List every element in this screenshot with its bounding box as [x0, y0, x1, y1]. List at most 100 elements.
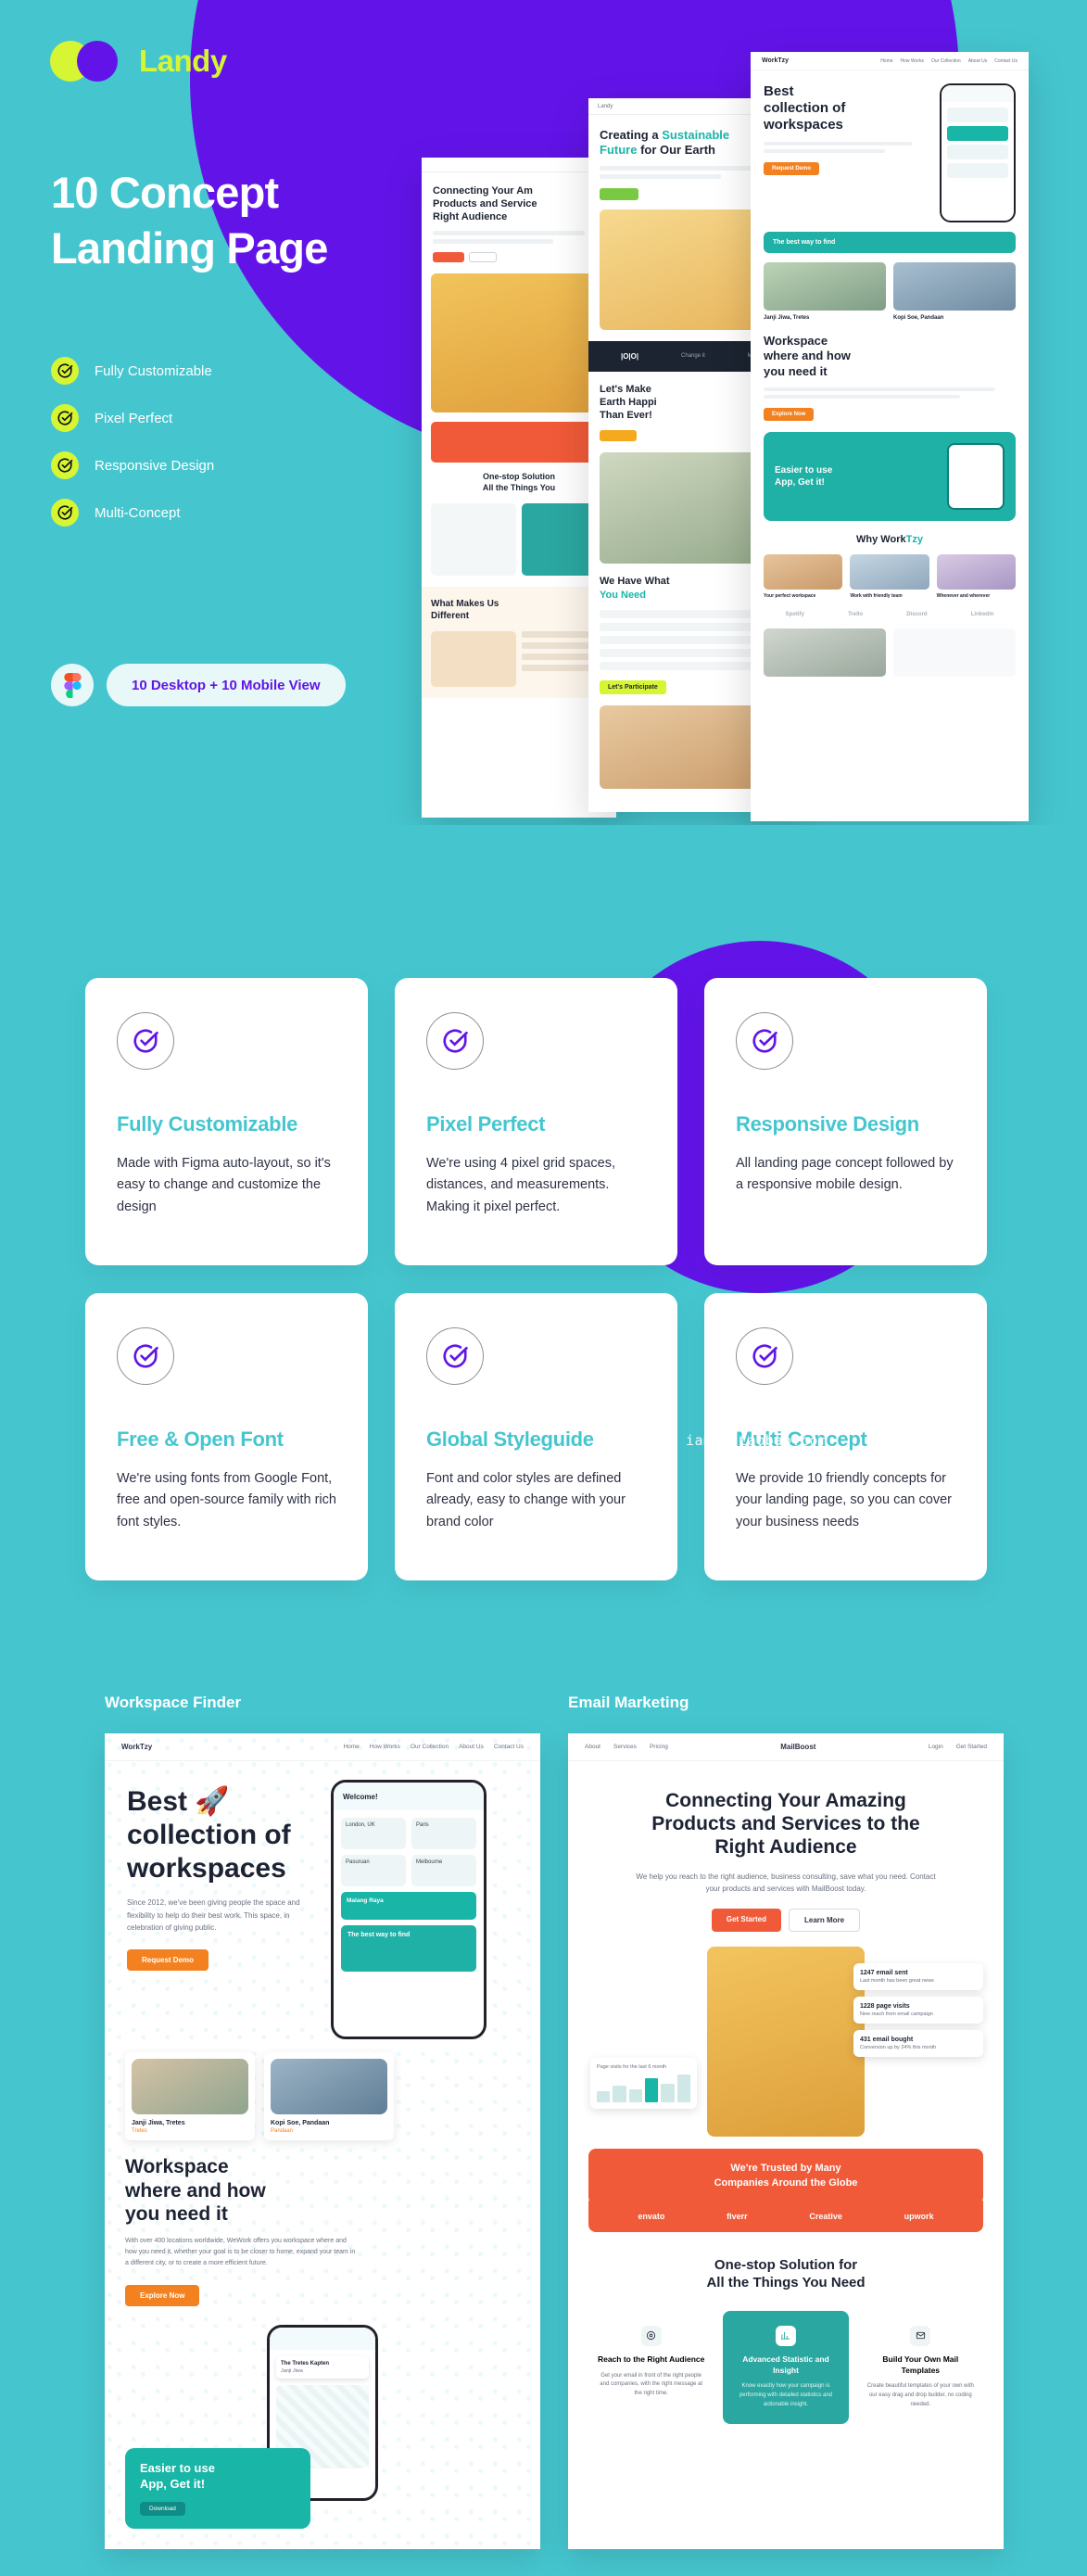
thumb-sublabel: Pandaan [271, 2128, 294, 2134]
landing-page-promo: Landy 10 Concept Landing Page Fully Cust… [0, 0, 1087, 2576]
figma-icon[interactable] [51, 664, 94, 706]
desktop-mobile-view-button[interactable]: 10 Desktop + 10 Mobile View [107, 664, 346, 706]
headline-line-1: Connecting Your Amazing [665, 1790, 906, 1811]
stat-card-value: 1228 page visits [860, 2002, 910, 2010]
feature-card-title: Responsive Design [736, 1112, 919, 1136]
solution-feature-active[interactable]: Advanced Statistic and Insight Know exac… [723, 2310, 849, 2425]
chart-caption: Page visits for the last 6 month [597, 2063, 667, 2070]
nav-link[interactable]: About [585, 1744, 600, 1750]
get-started-link[interactable]: Get Started [956, 1744, 987, 1750]
hero-feature-item: Multi-Concept [51, 499, 214, 527]
trust-logo: fiverr [727, 2211, 748, 2221]
feature-card-body: Made with Figma auto-layout, so it's eas… [117, 1156, 331, 1214]
logo-mark-icon [50, 41, 122, 82]
solution-feature-body: Get your email in front of the right peo… [600, 2372, 703, 2396]
check-circle-icon [51, 404, 79, 432]
preview-section: Workspace Finder WorkTzy Home How Works … [0, 1641, 1087, 2576]
feature-card[interactable]: Free & Open Font We're using fonts from … [85, 1293, 368, 1580]
preview-headline: Best 🚀 collection of workspaces [105, 1761, 331, 1885]
hero-feature-list: Fully Customizable Pixel Perfect Respons… [51, 357, 214, 527]
hero-feature-item: Responsive Design [51, 451, 214, 479]
preview-navbar[interactable]: About Services Pricing MailBoost Login G… [568, 1733, 1004, 1761]
preview-subtext: Since 2012, we've been giving people the… [127, 1898, 300, 1933]
get-started-button[interactable]: Get Started [711, 1908, 781, 1932]
stat-card-value: 431 email bought [860, 2036, 914, 2043]
city-card[interactable]: Pasuruan [341, 1855, 406, 1886]
explore-now-button[interactable]: Explore Now [125, 2284, 200, 2306]
feature-cards-grid: Fully Customizable Made with Figma auto-… [85, 978, 1003, 1580]
feature-card-body: Font and color styles are defined alread… [426, 1471, 626, 1529]
feature-card-title: Free & Open Font [117, 1428, 284, 1451]
trust-banner-text: We're Trusted by Many Companies Around t… [588, 2148, 983, 2204]
preview-workspace-finder: Workspace Finder WorkTzy Home How Works … [105, 1694, 540, 2549]
app-card-line-2: App, Get it! [140, 2477, 206, 2492]
feature-card[interactable]: Pixel Perfect We're using 4 pixel grid s… [395, 978, 677, 1265]
stat-card-sub: New reach from email campaign [860, 2011, 933, 2017]
target-icon [640, 2325, 662, 2346]
check-circle-icon [51, 357, 79, 385]
thumb-sublabel: Tretes [132, 2128, 147, 2134]
learn-more-button[interactable]: Learn More [789, 1908, 861, 1932]
phone-greeting: Welcome! [343, 1792, 378, 1801]
page-title-line-2: Landing Page [51, 223, 328, 273]
trust-logo-row: envato fiverr Creative upwork [588, 2200, 983, 2232]
phone-mockup[interactable]: Welcome! London, UK Paris Pasuruan Melbo… [331, 1780, 487, 2039]
feature-card-body: We're using 4 pixel grid spaces, distanc… [426, 1156, 615, 1214]
feature-card[interactable]: Responsive Design All landing page conce… [704, 978, 987, 1265]
request-demo-button[interactable]: Request Demo [127, 1948, 209, 1971]
preview-email-marketing: Email Marketing About Services Pricing M… [568, 1694, 1004, 2549]
trust-logo: upwork [904, 2211, 934, 2221]
nav-link[interactable]: Pricing [650, 1744, 668, 1750]
headline-line-2: collection of [127, 1820, 291, 1850]
city-card-active[interactable]: Malang Raya [341, 1892, 476, 1920]
solution-feature[interactable]: Reach to the Right Audience Get your ema… [588, 2311, 714, 2425]
phone-caption: The best way to find [341, 1925, 476, 1972]
city-card[interactable]: Melbourne [411, 1855, 476, 1886]
brand-logo[interactable]: Landy [50, 41, 227, 82]
hero-feature-item: Fully Customizable [51, 357, 214, 385]
solution-feature-body: Create beautiful templates of your own w… [866, 2383, 974, 2407]
city-card[interactable]: London, UK [341, 1818, 406, 1849]
app-download-card[interactable]: Easier to use App, Get it! Download [125, 2448, 310, 2529]
feature-card-body: We provide 10 friendly concepts for your… [736, 1471, 952, 1529]
mail-icon [910, 2325, 931, 2346]
check-circle-icon [736, 1327, 793, 1385]
hero-feature-label: Responsive Design [95, 457, 215, 474]
preview-headline: Connecting Your Amazing Products and Ser… [568, 1761, 1004, 1859]
stat-card-value: 1247 email sent [860, 1969, 908, 1976]
feature-card-body: We're using fonts from Google Font, free… [117, 1471, 336, 1529]
logo-wordmark: Landy [139, 44, 227, 78]
hero-section: Landy 10 Concept Landing Page Fully Cust… [0, 0, 1087, 825]
nav-link[interactable]: Services [613, 1744, 637, 1750]
feature-card-title: Global Styleguide [426, 1428, 594, 1451]
check-circle-icon [736, 1012, 793, 1070]
solution-feature-title: Build Your Own Mail Templates [882, 2354, 959, 2375]
headline-line-3: workspaces [127, 1853, 286, 1884]
app-store-button[interactable]: Download [140, 2502, 185, 2516]
app-card-line-1: Easier to use [140, 2461, 215, 2476]
figma-cta-row[interactable]: 10 Desktop + 10 Mobile View [51, 664, 346, 706]
solution-title: One-stop Solution for All the Things You… [568, 2256, 1004, 2292]
feature-card[interactable]: Global Styleguide Font and color styles … [395, 1293, 677, 1580]
login-link[interactable]: Login [929, 1744, 943, 1750]
trust-line-2: Companies Around the Globe [714, 2176, 858, 2189]
logo-circle-purple-icon [77, 41, 118, 82]
city-card[interactable]: Paris [411, 1818, 476, 1849]
chart-icon [775, 2325, 796, 2346]
preview-frame[interactable]: WorkTzy Home How Works Our Collection Ab… [105, 1733, 540, 2549]
page-title: 10 Concept Landing Page [51, 165, 449, 276]
check-circle-icon [51, 499, 79, 527]
headline-line-1: Best 🚀 [127, 1786, 230, 1817]
mockup-preview-3[interactable]: WorkTzy Home How Works Our Collection About… [751, 52, 1029, 821]
solution-title-line-2: All the Things You Need [706, 2275, 866, 2291]
stat-card-sub: Last month has been great news [860, 1977, 934, 1984]
solution-feature[interactable]: Build Your Own Mail Templates Create bea… [858, 2311, 983, 2425]
feature-card[interactable]: Fully Customizable Made with Figma auto-… [85, 978, 368, 1265]
trust-logo: envato [638, 2211, 665, 2221]
solution-feature-body: Know exactly how your campaign is perfor… [739, 2383, 833, 2407]
mockup-stack: Connecting Your Am Products and Service Ri… [422, 52, 1070, 825]
mockup-preview-1[interactable]: Connecting Your Am Products and Service Ri… [422, 158, 616, 818]
preview-frame[interactable]: About Services Pricing MailBoost Login G… [568, 1733, 1004, 2549]
preview-brand: MailBoost [780, 1743, 816, 1751]
hero-feature-label: Pixel Perfect [95, 410, 173, 426]
